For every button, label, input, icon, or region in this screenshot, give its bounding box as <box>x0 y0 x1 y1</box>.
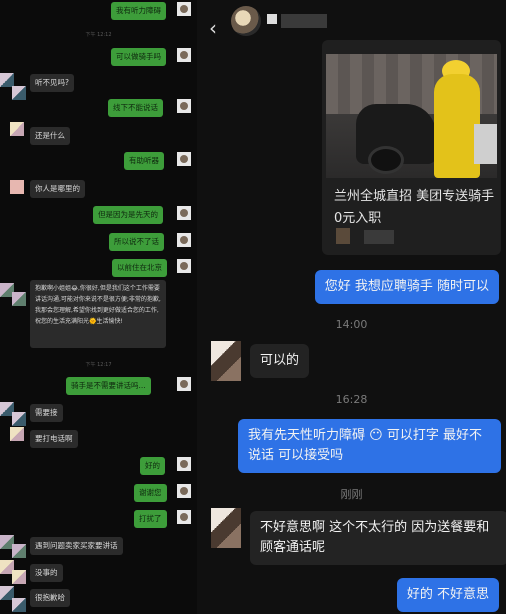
recruiter-avatar[interactable] <box>211 508 241 548</box>
my-avatar <box>177 457 191 471</box>
my-avatar <box>177 377 191 391</box>
other-avatar <box>10 427 24 441</box>
other-avatar <box>12 570 26 584</box>
left-msg-in: 需要接 <box>30 404 63 422</box>
my-avatar <box>177 510 191 524</box>
left-msg-out: 打扰了 <box>134 510 167 528</box>
job-post-card[interactable]: 兰州全城直招 美团专送骑手 0元入职 <box>322 40 501 255</box>
left-msg-out: 线下不能说话 <box>108 99 163 117</box>
my-avatar <box>177 48 191 62</box>
left-chat-panel: 我有听力障碍 下午 12:12 可以做骑手吗 听不见吗? 线下不能说话 还是什么… <box>0 0 197 614</box>
back-icon[interactable]: ‹ <box>209 16 217 40</box>
left-msg-in: 遇到问题卖家买家要讲话 <box>30 537 123 555</box>
right-chat-panel: ‹ 兰州全城直招 美团专送骑手 0元入职 您好 我想应聘骑手 随时可以 14:0… <box>197 0 506 614</box>
my-avatar <box>177 99 191 113</box>
other-avatar <box>12 544 26 558</box>
left-msg-in: 没事的 <box>30 564 63 582</box>
left-msg-in: 听不见吗? <box>30 74 74 92</box>
left-msg-in: 很抱歉哈 <box>30 589 70 607</box>
message-timestamp: 16:28 <box>335 393 368 406</box>
my-avatar <box>177 233 191 247</box>
other-avatar <box>0 73 14 87</box>
left-msg-out: 但是因为是先天的 <box>93 206 163 224</box>
left-msg-out: 骑手是不需要讲话吗... <box>66 377 151 395</box>
message-timestamp: 14:00 <box>335 318 368 331</box>
left-msg-in: 你人是哪里的 <box>30 180 85 198</box>
left-msg-out: 以前住在北京 <box>112 259 167 277</box>
left-msg-out: 有助听器 <box>124 152 164 170</box>
my-avatar <box>177 152 191 166</box>
left-msg-in: 要打电话啊 <box>30 430 78 448</box>
contact-name-redacted <box>267 14 277 24</box>
left-timestamp: 下午 12:12 <box>85 32 112 38</box>
screenshot-stage: 我有听力障碍 下午 12:12 可以做骑手吗 听不见吗? 线下不能说话 还是什么… <box>0 0 506 614</box>
message-outgoing: 我有先天性听力障碍 😶 可以打字 最好不说话 可以接受吗 <box>238 419 501 473</box>
my-avatar <box>177 2 191 16</box>
recruiter-avatar[interactable] <box>211 341 241 381</box>
message-outgoing: 好的 不好意思 <box>396 578 499 612</box>
other-avatar <box>10 180 24 194</box>
my-avatar <box>177 206 191 220</box>
other-avatar <box>12 292 26 306</box>
other-avatar <box>12 86 26 100</box>
poster-name-redacted <box>364 230 394 244</box>
left-msg-in: 还是什么 <box>30 127 70 145</box>
other-avatar <box>12 598 26 612</box>
my-avatar <box>177 484 191 498</box>
message-incoming: 不好意思啊 这个不太行的 因为送餐要和顾客通话呢 <box>250 511 506 565</box>
message-timestamp: 刚刚 <box>340 488 363 501</box>
contact-avatar[interactable] <box>231 6 261 36</box>
other-avatar <box>10 122 24 136</box>
contact-name-redacted <box>281 14 327 28</box>
my-avatar <box>177 259 191 273</box>
job-post-title: 兰州全城直招 美团专送骑手 0元入职 <box>334 189 495 226</box>
message-outgoing: 您好 我想应聘骑手 随时可以 <box>314 270 499 304</box>
left-msg-out: 好的 <box>140 457 165 475</box>
poster-avatar <box>336 228 350 244</box>
left-timestamp: 下午 12:17 <box>85 362 112 368</box>
left-msg-out: 谢谢您 <box>134 484 167 502</box>
left-msg-out: 我有听力障碍 <box>111 2 166 20</box>
left-msg-out: 所以说不了话 <box>109 233 164 251</box>
job-post-image <box>326 54 497 178</box>
message-incoming: 可以的 <box>250 344 310 378</box>
left-msg-out: 可以做骑手吗 <box>111 48 166 66</box>
other-avatar <box>12 412 26 426</box>
left-long-message: 抱歉啊小姐姐😂,你很好,但是我们这个工作需要讲话沟通,可能对你来说不是很方便;非… <box>30 280 166 348</box>
